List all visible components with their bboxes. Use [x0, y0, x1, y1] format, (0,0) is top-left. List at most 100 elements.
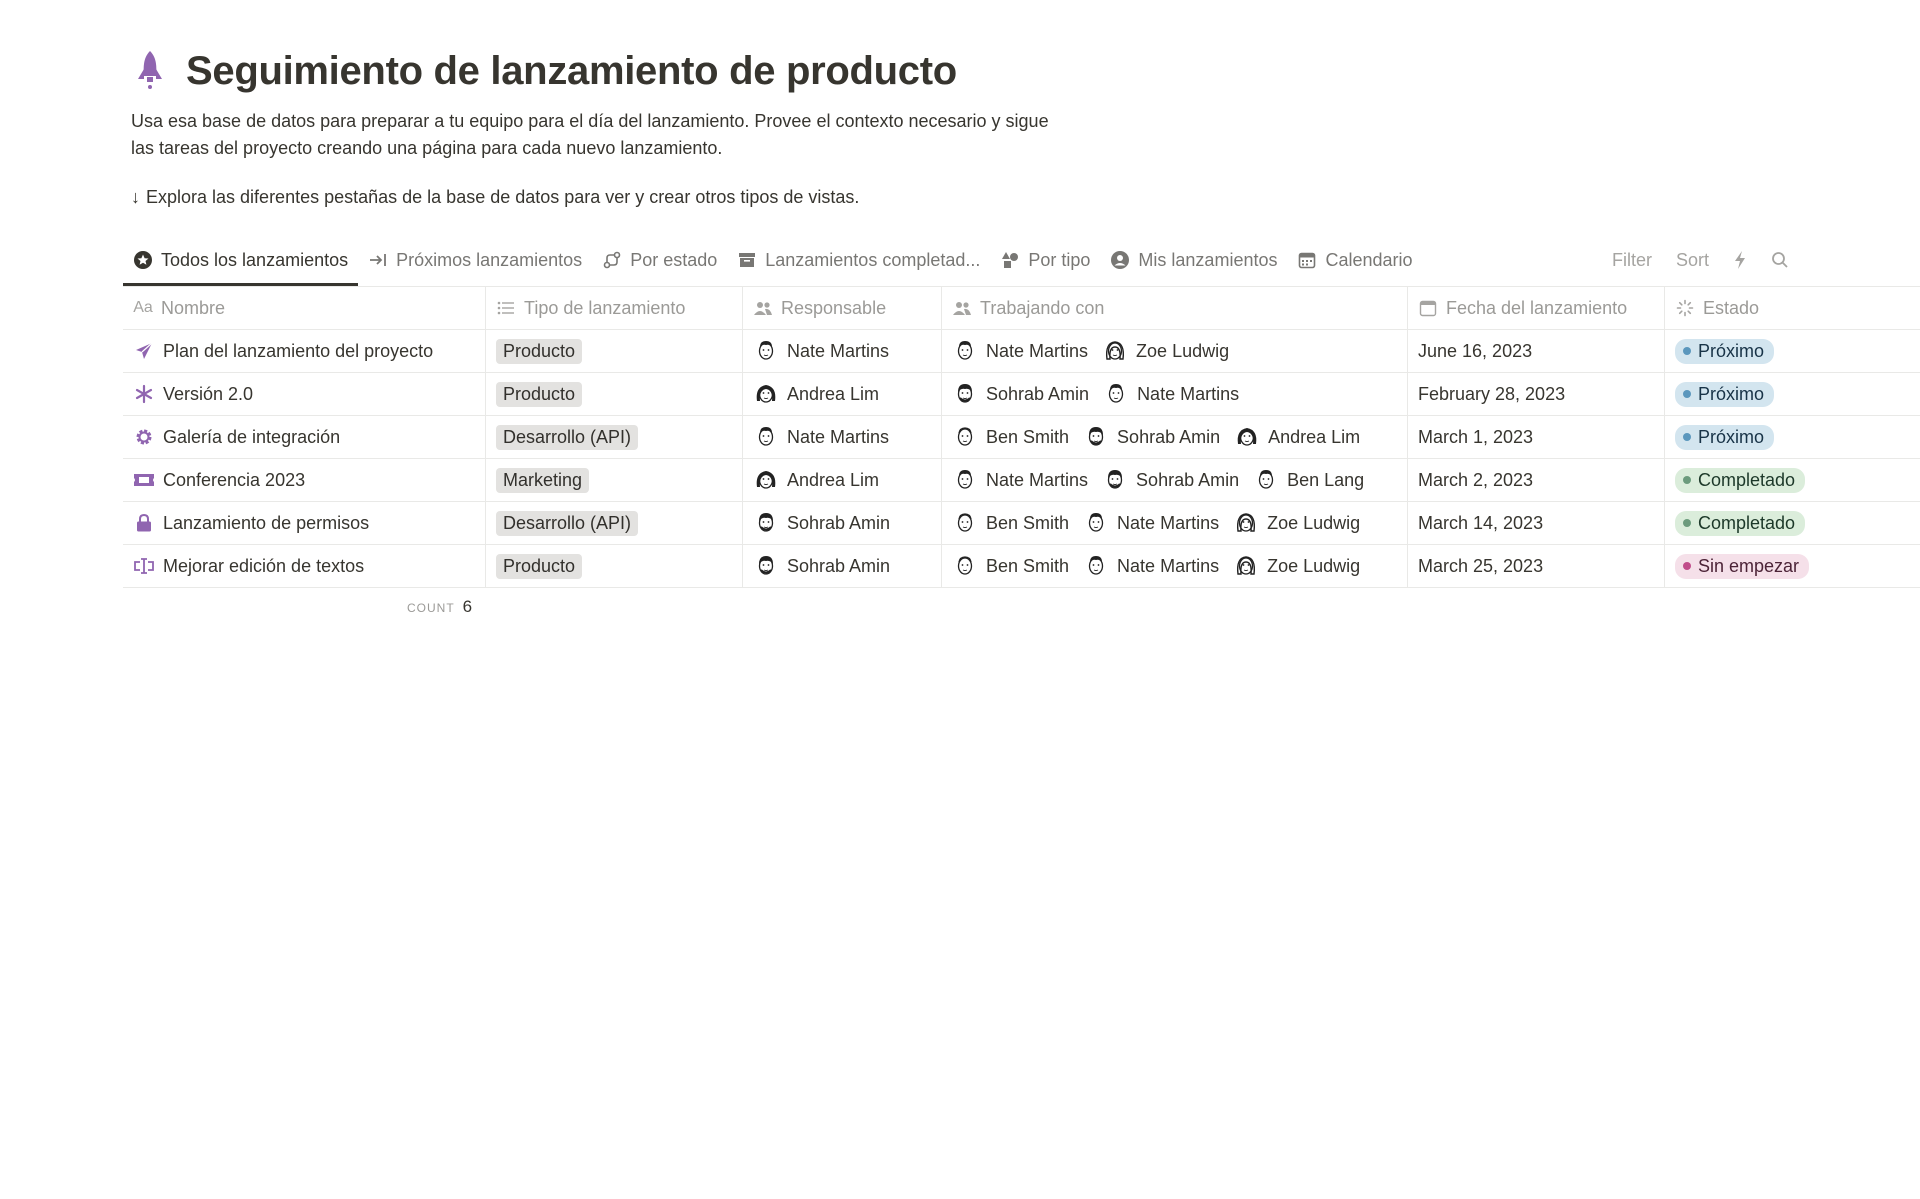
column-header-responsable[interactable]: Responsable: [743, 287, 942, 329]
tab-mis-lanzamientos[interactable]: Mis lanzamientos: [1100, 244, 1287, 276]
cell-fecha[interactable]: March 25, 2023: [1408, 545, 1665, 587]
column-header-nombre[interactable]: Aa Nombre: [123, 287, 486, 329]
cell-estado[interactable]: Sin empezar: [1665, 545, 1920, 587]
person-chip[interactable]: Ben Smith: [952, 553, 1069, 579]
calendar-icon: [1297, 250, 1317, 270]
rocket-icon[interactable]: [130, 46, 170, 96]
table-count[interactable]: COUNT 6: [407, 597, 472, 617]
person-chip[interactable]: Zoe Ludwig: [1233, 553, 1360, 579]
cell-fecha[interactable]: March 1, 2023: [1408, 416, 1665, 458]
search-icon[interactable]: [1771, 251, 1789, 269]
person-name: Sohrab Amin: [1117, 426, 1221, 447]
cell-trabajando-con[interactable]: Ben Smith Sohrab Amin Andrea Lim: [942, 416, 1408, 458]
cell-fecha[interactable]: March 2, 2023: [1408, 459, 1665, 501]
tab-todos-los-lanzamientos[interactable]: Todos los lanzamientos: [123, 244, 359, 286]
cell-estado[interactable]: Completado: [1665, 502, 1920, 544]
tab-proximos-lanzamientos[interactable]: Próximos lanzamientos: [358, 244, 592, 276]
table-row[interactable]: Plan del lanzamiento del proyecto Product…: [123, 330, 1920, 373]
cell-trabajando-con[interactable]: Ben Smith Nate Martins Zoe Ludwig: [942, 545, 1408, 587]
cell-nombre[interactable]: Galería de integración: [123, 416, 486, 458]
person-chip[interactable]: Ben Smith: [952, 424, 1069, 450]
cell-tipo[interactable]: Producto: [486, 330, 743, 372]
cell-estado[interactable]: Próximo: [1665, 416, 1920, 458]
filter-button[interactable]: Filter: [1612, 250, 1652, 271]
page-title[interactable]: Seguimiento de lanzamiento de producto: [186, 49, 957, 94]
person-name: Sohrab Amin: [1136, 469, 1240, 490]
column-header-tipo[interactable]: Tipo de lanzamiento: [486, 287, 743, 329]
person-chip[interactable]: Nate Martins: [1083, 553, 1219, 579]
person-chip[interactable]: Nate Martins: [952, 467, 1088, 493]
database-table: Aa Nombre Tipo de lanzamiento Responsabl…: [123, 286, 1920, 588]
cell-estado[interactable]: Completado: [1665, 459, 1920, 501]
person-chip[interactable]: Nate Martins: [1083, 510, 1219, 536]
cell-trabajando-con[interactable]: Sohrab Amin Nate Martins: [942, 373, 1408, 415]
cell-nombre[interactable]: Mejorar edición de textos: [123, 545, 486, 587]
person-chip[interactable]: Sohrab Amin: [952, 381, 1089, 407]
person-chip[interactable]: Sohrab Amin: [1083, 424, 1220, 450]
cell-fecha[interactable]: February 28, 2023: [1408, 373, 1665, 415]
cell-tipo[interactable]: Marketing: [486, 459, 743, 501]
sort-button[interactable]: Sort: [1676, 250, 1709, 271]
table-row[interactable]: Lanzamiento de permisos Desarrollo (API) S…: [123, 502, 1920, 545]
person-chip[interactable]: Andrea Lim: [1234, 424, 1360, 450]
cell-nombre[interactable]: Conferencia 2023: [123, 459, 486, 501]
table-row[interactable]: Conferencia 2023 Marketing Andrea Lim Nate …: [123, 459, 1920, 502]
table-row[interactable]: Versión 2.0 Producto Andrea Lim Sohrab Amin…: [123, 373, 1920, 416]
person-chip[interactable]: Sohrab Amin: [753, 553, 890, 579]
person-chip[interactable]: Andrea Lim: [753, 467, 879, 493]
person-chip[interactable]: Andrea Lim: [753, 381, 879, 407]
cell-trabajando-con[interactable]: Ben Smith Nate Martins Zoe Ludwig: [942, 502, 1408, 544]
cell-estado[interactable]: Próximo: [1665, 373, 1920, 415]
tab-lanzamientos-completados[interactable]: Lanzamientos completad...: [727, 244, 990, 276]
status-dot: [1683, 433, 1691, 441]
cell-nombre[interactable]: Plan del lanzamiento del proyecto: [123, 330, 486, 372]
person-chip[interactable]: Sohrab Amin: [753, 510, 890, 536]
person-chip[interactable]: Sohrab Amin: [1102, 467, 1239, 493]
person-chip[interactable]: Nate Martins: [753, 424, 889, 450]
tab-label: Por tipo: [1028, 249, 1091, 270]
column-header-fecha[interactable]: Fecha del lanzamiento: [1408, 287, 1665, 329]
table-row[interactable]: Mejorar edición de textos Producto Sohrab …: [123, 545, 1920, 588]
cell-responsable[interactable]: Nate Martins: [743, 330, 942, 372]
avatar: [753, 424, 779, 450]
cell-nombre[interactable]: Lanzamiento de permisos: [123, 502, 486, 544]
tab-por-tipo[interactable]: Por tipo: [990, 244, 1100, 276]
row-title: Conferencia 2023: [163, 469, 306, 490]
table-row[interactable]: Galería de integración Desarrollo (API) Na…: [123, 416, 1920, 459]
cell-fecha[interactable]: June 16, 2023: [1408, 330, 1665, 372]
cell-nombre[interactable]: Versión 2.0: [123, 373, 486, 415]
person-chip[interactable]: Nate Martins: [1103, 381, 1239, 407]
cell-trabajando-con[interactable]: Nate Martins Sohrab Amin Ben Lang: [942, 459, 1408, 501]
cell-tipo[interactable]: Desarrollo (API): [486, 502, 743, 544]
person-chip[interactable]: Zoe Ludwig: [1102, 338, 1229, 364]
cell-responsable[interactable]: Andrea Lim: [743, 373, 942, 415]
cell-tipo[interactable]: Producto: [486, 545, 743, 587]
person-chip[interactable]: Nate Martins: [952, 338, 1088, 364]
person-chip[interactable]: Zoe Ludwig: [1233, 510, 1360, 536]
column-label: Tipo de lanzamiento: [524, 297, 686, 318]
person-chip[interactable]: Ben Smith: [952, 510, 1069, 536]
tab-calendario[interactable]: Calendario: [1287, 244, 1422, 276]
people-icon: [952, 298, 972, 318]
column-header-trabajando-con[interactable]: Trabajando con: [942, 287, 1408, 329]
cell-trabajando-con[interactable]: Nate Martins Zoe Ludwig: [942, 330, 1408, 372]
arrow-down-icon: ↓: [131, 187, 140, 207]
person-chip[interactable]: Nate Martins: [753, 338, 889, 364]
cell-responsable[interactable]: Sohrab Amin: [743, 545, 942, 587]
person-chip[interactable]: Ben Lang: [1253, 467, 1364, 493]
column-header-estado[interactable]: Estado: [1665, 287, 1920, 329]
cell-tipo[interactable]: Desarrollo (API): [486, 416, 743, 458]
count-value: 6: [462, 597, 473, 616]
lightning-icon[interactable]: [1733, 250, 1747, 270]
tab-por-estado[interactable]: Por estado: [592, 244, 727, 276]
cell-fecha[interactable]: March 14, 2023: [1408, 502, 1665, 544]
cell-tipo[interactable]: Producto: [486, 373, 743, 415]
cell-estado[interactable]: Próximo: [1665, 330, 1920, 372]
cell-responsable[interactable]: Nate Martins: [743, 416, 942, 458]
status-badge: Próximo: [1675, 338, 1775, 364]
cell-responsable[interactable]: Andrea Lim: [743, 459, 942, 501]
description-line: las tareas del proyecto creando una pági…: [131, 138, 723, 158]
cell-responsable[interactable]: Sohrab Amin: [743, 502, 942, 544]
type-tag: Producto: [496, 381, 583, 407]
avatar: [753, 467, 779, 493]
